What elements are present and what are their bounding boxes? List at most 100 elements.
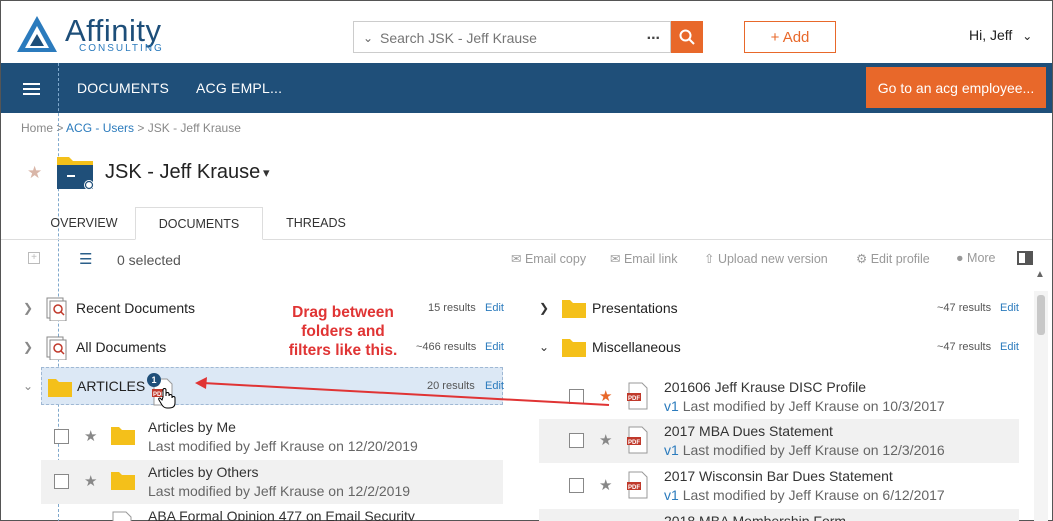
item-title[interactable]: Articles by Me [148, 419, 236, 435]
chevron-right-icon[interactable]: ❯ [539, 301, 549, 315]
filter-label: Recent Documents [76, 300, 196, 316]
user-greeting: Hi, Jeff [969, 27, 1013, 43]
chevron-down-icon[interactable]: ⌄ [539, 340, 549, 354]
breadcrumb-users[interactable]: ACG - Users [66, 121, 134, 135]
folder-edit-link[interactable]: Edit [1000, 341, 1019, 353]
chevron-right-icon[interactable]: ❯ [23, 340, 33, 354]
tab-overview[interactable]: OVERVIEW [39, 207, 129, 240]
document-meta-text: Last modified by Jeff Krause on 12/3/201… [682, 442, 945, 458]
row-checkbox[interactable] [54, 429, 69, 444]
chevron-down-icon[interactable]: ▾ [263, 165, 270, 181]
filter-edit-link[interactable]: Edit [485, 302, 504, 314]
user-menu[interactable]: Hi, Jeff ⌄ [969, 27, 1032, 43]
scrollbar[interactable] [1034, 291, 1048, 521]
chevron-down-icon: ⌄ [1022, 29, 1033, 43]
list-item[interactable]: ★ Articles by Me Last modified by Jeff K… [41, 415, 503, 459]
pdf-icon [112, 511, 132, 521]
item-meta: Last modified by Jeff Krause on 12/2/201… [148, 483, 411, 499]
document-row[interactable]: 2018 MBA Membership Form [539, 509, 1019, 521]
document-toolbar: + ☰ 0 selected ✉ Email copy ✉ Email link… [1, 245, 1052, 275]
search-button[interactable] [671, 21, 703, 53]
document-row[interactable]: ★ PDF 2017 MBA Dues Statement v1 Last mo… [539, 419, 1019, 463]
annotation-line: folders and [301, 323, 385, 340]
version-link[interactable]: v1 [664, 487, 679, 503]
search-box[interactable]: ⌄ ... [353, 21, 671, 53]
tab-threads[interactable]: THREADS [271, 207, 361, 240]
document-title[interactable]: 2017 MBA Dues Statement [664, 423, 833, 439]
upload-new-version-button[interactable]: ⇧ Upload new version [704, 251, 828, 266]
more-label: More [967, 251, 996, 265]
breadcrumb-separator: > [53, 121, 67, 135]
row-checkbox[interactable] [569, 433, 584, 448]
document-title[interactable]: 2017 Wisconsin Bar Dues Statement [664, 468, 893, 484]
affinity-logo[interactable]: Affinity CONSULTING [15, 11, 165, 55]
star-icon[interactable]: ★ [599, 476, 612, 494]
document-title[interactable]: 201606 Jeff Krause DISC Profile [664, 379, 866, 395]
nav-acg-employees[interactable]: ACG EMPL... [196, 80, 282, 96]
document-meta: v1 Last modified by Jeff Krause on 6/12/… [664, 487, 945, 503]
row-checkbox[interactable] [54, 474, 69, 489]
star-icon[interactable]: ★ [84, 427, 97, 445]
list-view-icon[interactable]: ☰ [79, 250, 92, 268]
document-meta-text: Last modified by Jeff Krause on 10/3/201… [682, 398, 945, 414]
annotation-line: Drag between [292, 304, 394, 321]
filter-edit-link[interactable]: Edit [485, 341, 504, 353]
workspace-folder-icon [57, 157, 94, 190]
nav-documents[interactable]: DOCUMENTS [77, 80, 169, 96]
document-meta: v1 Last modified by Jeff Krause on 10/3/… [664, 398, 945, 414]
folder-presentations[interactable]: ❯ Presentations ~47 results Edit [531, 290, 1031, 328]
search-chevron-icon: ⌄ [363, 31, 374, 45]
top-header: Affinity CONSULTING ⌄ ... + Add Hi, Jeff… [1, 1, 1052, 63]
version-link[interactable]: v1 [664, 442, 679, 458]
page-title: JSK - Jeff Krause [105, 161, 261, 183]
item-title[interactable]: ABA Formal Opinion 477 on Email Security [148, 508, 415, 521]
chevron-down-icon[interactable]: ⌄ [23, 379, 33, 393]
annotation-arrow [195, 377, 610, 406]
go-to-employee-button[interactable]: Go to an acg employee... [866, 67, 1046, 108]
document-title[interactable]: 2018 MBA Membership Form [664, 513, 846, 521]
hand-cursor-icon [158, 388, 176, 409]
chevron-right-icon[interactable]: ❯ [23, 301, 33, 315]
star-icon[interactable]: ★ [599, 431, 612, 449]
favorite-star-icon[interactable]: ★ [27, 163, 42, 183]
list-item[interactable]: ABA Formal Opinion 477 on Email Security [41, 505, 503, 521]
tab-bar: OVERVIEW DOCUMENTS THREADS [1, 207, 1052, 240]
affinity-logo-mark-icon [17, 16, 57, 52]
list-item[interactable]: ★ Articles by Others Last modified by Je… [41, 460, 503, 504]
document-meta: v1 Last modified by Jeff Krause on 12/3/… [664, 442, 945, 458]
folder-miscellaneous[interactable]: ⌄ Miscellaneous ~47 results Edit [531, 329, 1031, 367]
folder-icon [562, 339, 586, 357]
item-title[interactable]: Articles by Others [148, 464, 258, 480]
folder-label: Miscellaneous [592, 339, 681, 355]
toggle-panel-icon[interactable] [1017, 251, 1033, 265]
more-button[interactable]: ● More [956, 251, 996, 265]
svg-text:PDF: PDF [628, 485, 640, 491]
expand-all-icon[interactable]: + [28, 252, 40, 264]
search-input[interactable] [380, 28, 630, 48]
email-link-button[interactable]: ✉ Email link [610, 251, 677, 266]
breadcrumb-separator: > [134, 121, 148, 135]
search-options-button[interactable]: ... [647, 26, 660, 44]
filter-count: ~466 results [416, 341, 477, 353]
tab-documents[interactable]: DOCUMENTS [135, 207, 263, 240]
folder-icon [562, 300, 586, 318]
add-button[interactable]: + Add [744, 21, 836, 53]
email-copy-button[interactable]: ✉ Email copy [511, 251, 586, 266]
main-nav-bar: DOCUMENTS ACG EMPL... Go to an acg emplo… [1, 63, 1052, 113]
scroll-up-icon[interactable]: ▲ [1035, 269, 1045, 280]
document-meta-text: Last modified by Jeff Krause on 6/12/201… [682, 487, 945, 503]
svg-text:PDF: PDF [628, 440, 640, 446]
star-icon[interactable]: ★ [84, 472, 97, 490]
breadcrumb-home[interactable]: Home [21, 121, 53, 135]
filter-recent-documents[interactable]: ❯ Recent Documents 15 results Edit [1, 290, 506, 328]
version-link[interactable]: v1 [664, 398, 679, 414]
folder-icon [111, 427, 135, 445]
scrollbar-thumb[interactable] [1037, 295, 1045, 335]
breadcrumb: Home > ACG - Users > JSK - Jeff Krause [21, 121, 241, 135]
row-checkbox[interactable] [569, 478, 584, 493]
folder-edit-link[interactable]: Edit [1000, 302, 1019, 314]
document-row[interactable]: ★ PDF 2017 Wisconsin Bar Dues Statement … [539, 464, 1019, 508]
filter-all-documents[interactable]: ❯ All Documents ~466 results Edit [1, 329, 506, 367]
edit-profile-button[interactable]: ⚙ Edit profile [856, 251, 930, 266]
drag-count-badge: 1 [147, 373, 161, 387]
